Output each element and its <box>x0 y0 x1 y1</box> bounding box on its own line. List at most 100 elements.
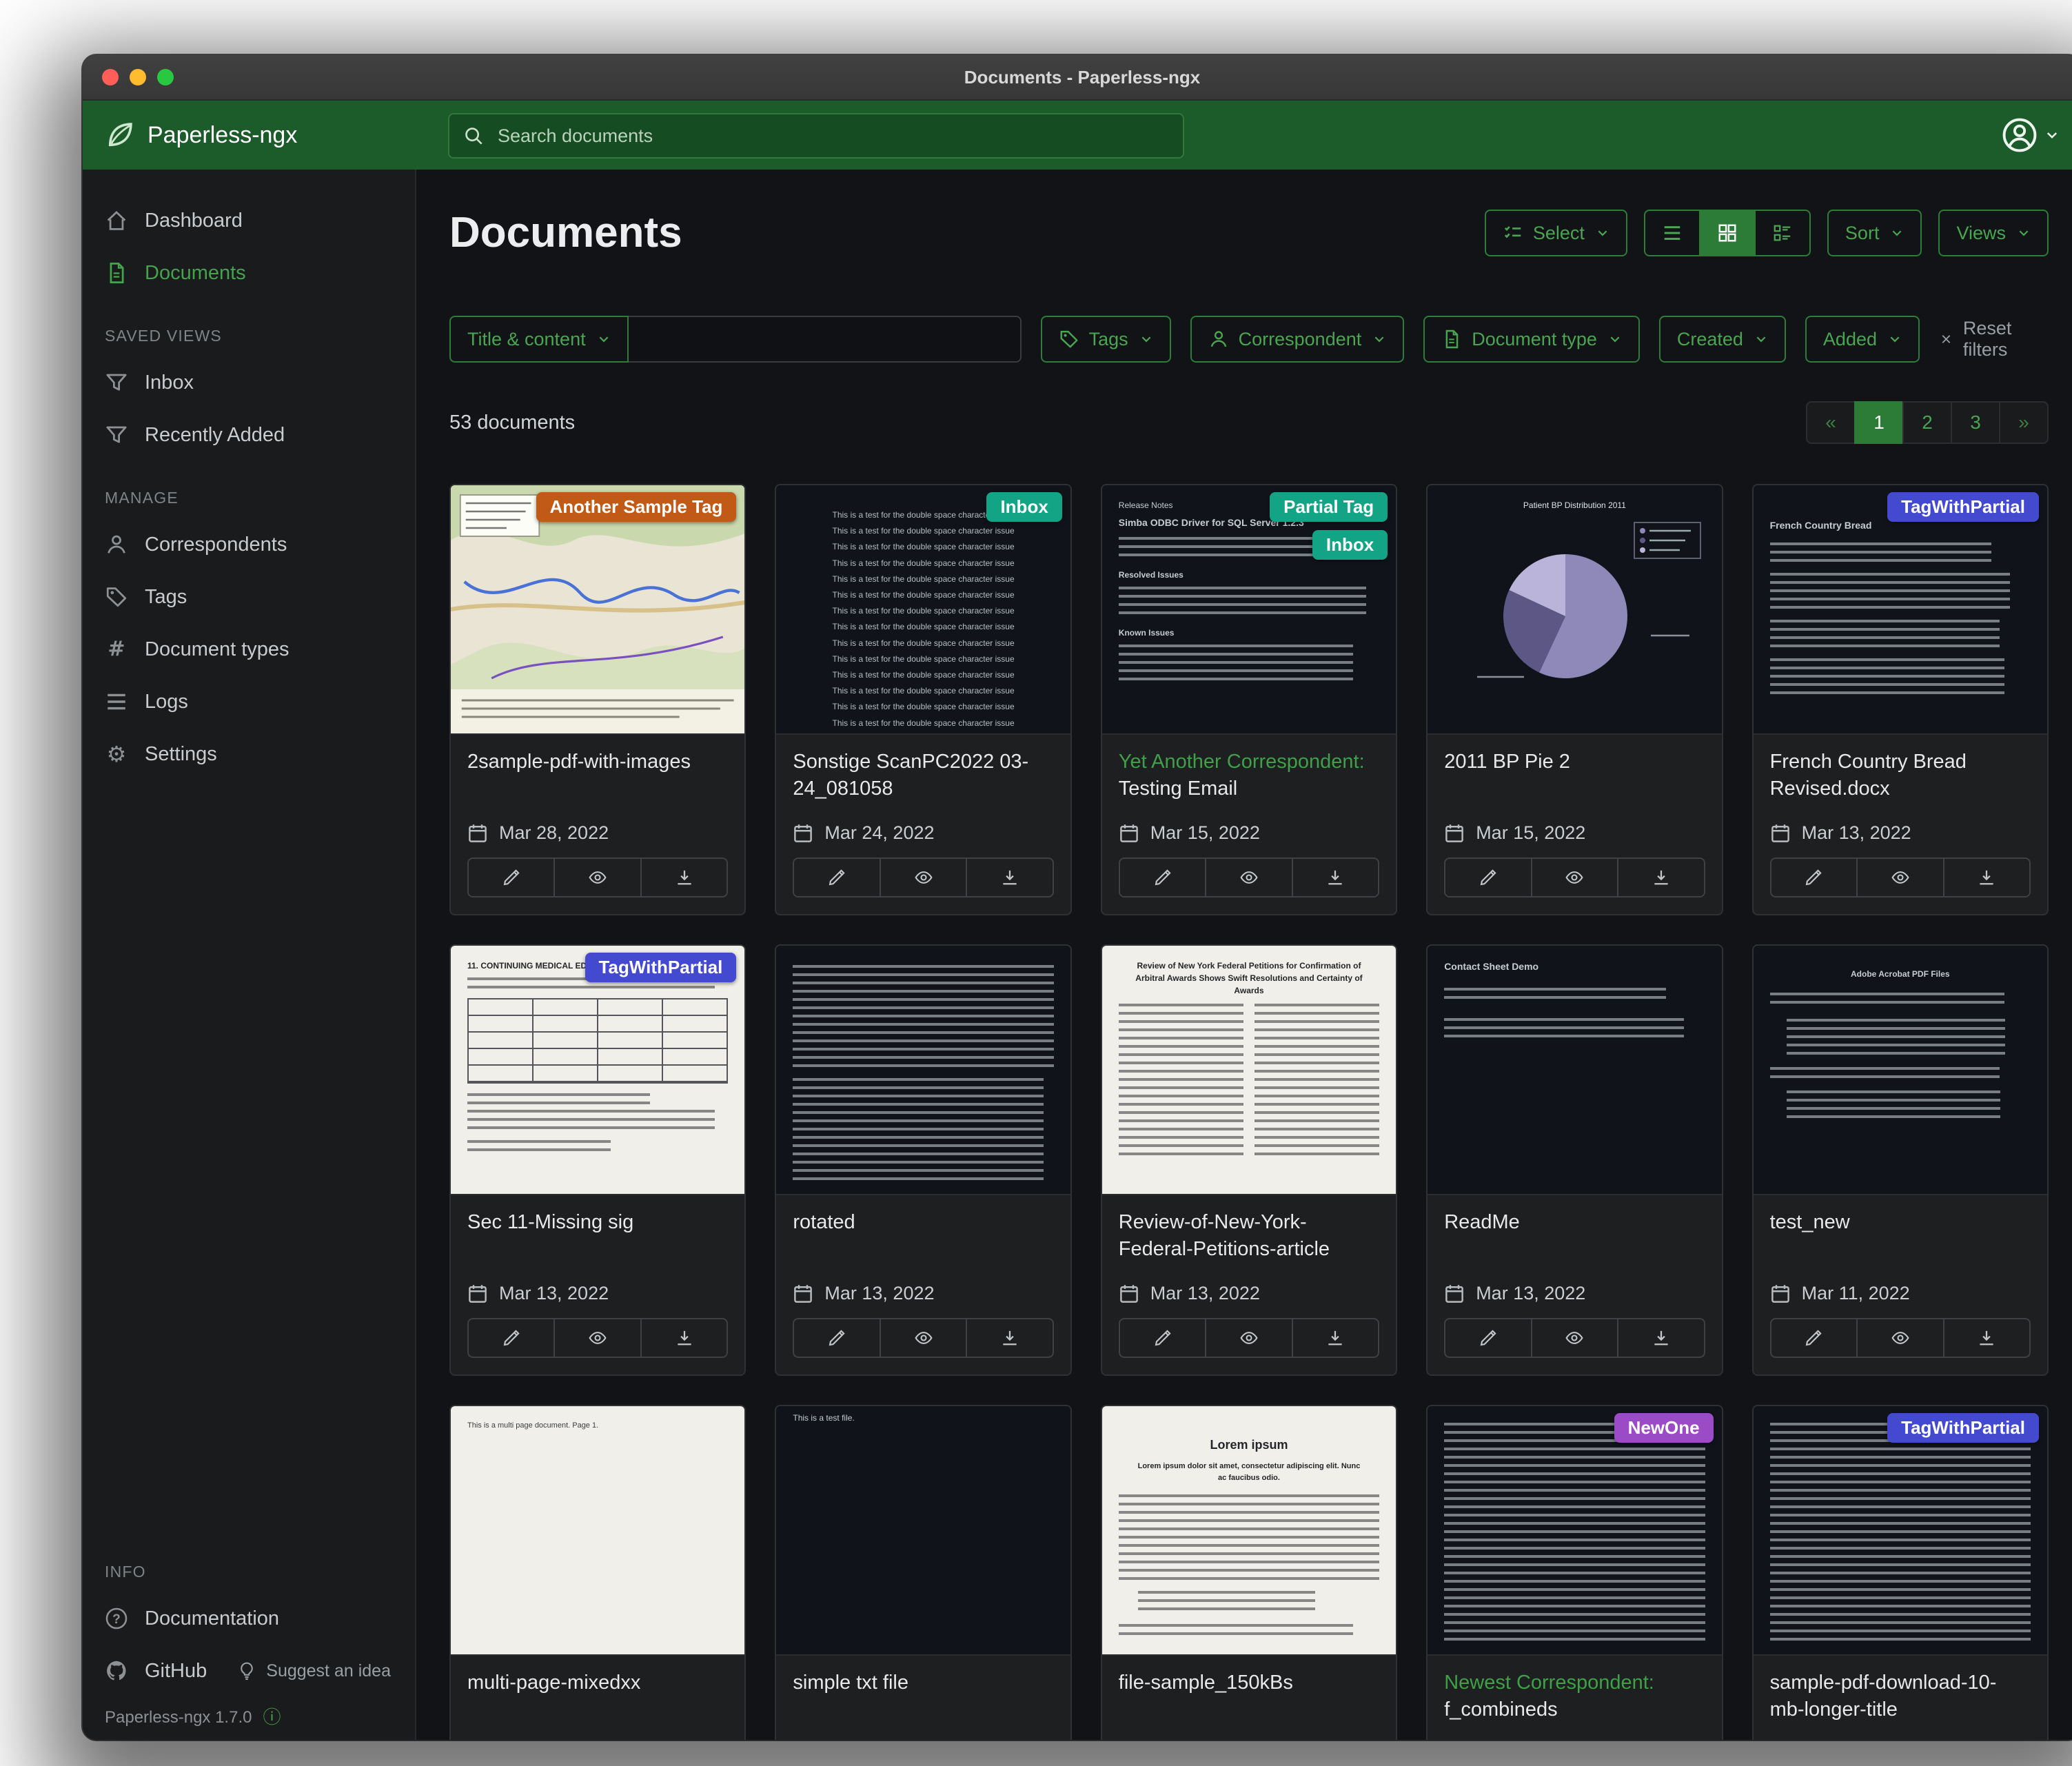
download-document-button[interactable] <box>1292 1318 1379 1358</box>
download-document-button[interactable] <box>1292 857 1379 897</box>
app-brand[interactable]: Paperless-ngx <box>105 120 297 150</box>
grid-view-button[interactable] <box>1699 210 1756 256</box>
edit-document-button[interactable] <box>467 857 555 897</box>
correspondent-link[interactable]: Yet Another Correspondent: <box>1119 751 1365 773</box>
edit-document-button[interactable] <box>1119 857 1206 897</box>
document-title[interactable]: test_new <box>1770 1209 2031 1272</box>
sort-button[interactable]: Sort <box>1827 210 1922 256</box>
document-title[interactable]: Sonstige ScanPC2022 03-24_081058 <box>793 749 1053 811</box>
view-document-button[interactable] <box>1205 1318 1292 1358</box>
download-document-button[interactable] <box>640 1318 728 1358</box>
document-thumbnail[interactable]: This is a test file. <box>776 1406 1070 1656</box>
view-document-button[interactable] <box>553 857 641 897</box>
document-title[interactable]: simple txt file <box>793 1669 1053 1740</box>
tag-badge[interactable]: Inbox <box>1312 530 1388 560</box>
title-content-dropdown[interactable]: Title & content <box>449 316 629 363</box>
document-thumbnail[interactable]: This is a test for the double space char… <box>776 485 1070 735</box>
user-menu[interactable] <box>2002 101 2060 170</box>
sidebar-item-documentation[interactable]: Documentation <box>83 1592 415 1645</box>
pagination-next-button[interactable]: » <box>1999 401 2049 444</box>
sidebar-item-settings[interactable]: ⚙ Settings <box>83 728 415 780</box>
tag-badge[interactable]: Inbox <box>986 492 1062 522</box>
sidebar-item-tags[interactable]: Tags <box>83 571 415 623</box>
download-document-button[interactable] <box>966 857 1053 897</box>
document-thumbnail[interactable]: Release Notes Simba ODBC Driver for SQL … <box>1102 485 1396 735</box>
document-title[interactable]: Sec 11-Missing sig <box>467 1209 728 1272</box>
view-document-button[interactable] <box>880 857 967 897</box>
search-input[interactable] <box>495 124 1169 148</box>
view-document-button[interactable] <box>1531 857 1618 897</box>
document-thumbnail[interactable]: TagWithPartial <box>1754 1406 2047 1656</box>
view-document-button[interactable] <box>1531 1318 1618 1358</box>
global-search[interactable] <box>448 113 1184 159</box>
edit-document-button[interactable] <box>793 1318 880 1358</box>
created-filter-button[interactable]: Created <box>1659 316 1786 363</box>
document-thumbnail[interactable]: This is a multi page document. Page 1. <box>451 1406 744 1656</box>
document-title[interactable]: Newest Correspondent: f_combineds <box>1444 1669 1705 1740</box>
document-title[interactable]: sample-pdf-download-10-mb-longer-title <box>1770 1669 2031 1740</box>
document-thumbnail[interactable]: Patient BP Distribution 2011 <box>1428 485 1721 735</box>
edit-document-button[interactable] <box>467 1318 555 1358</box>
minimize-window-button[interactable] <box>130 69 146 85</box>
document-title[interactable]: multi-page-mixedxx <box>467 1669 728 1740</box>
document-thumbnail[interactable]: 11. CONTINUING MEDICAL EDUCATION TagWith… <box>451 946 744 1195</box>
pagination-page-button[interactable]: 2 <box>1902 401 1952 444</box>
document-thumbnail[interactable]: Adobe Acrobat PDF Files <box>1754 946 2047 1195</box>
pagination-page-button[interactable]: 3 <box>1951 401 2000 444</box>
sidebar-item-dashboard[interactable]: Dashboard <box>83 194 415 247</box>
tag-badge[interactable]: Partial Tag <box>1270 492 1388 522</box>
sidebar-item-logs[interactable]: Logs <box>83 676 415 728</box>
title-content-input[interactable] <box>629 316 1022 363</box>
document-thumbnail[interactable]: French Country Bread TagWithPartial <box>1754 485 2047 735</box>
view-document-button[interactable] <box>553 1318 641 1358</box>
sidebar-item-correspondents[interactable]: Correspondents <box>83 518 415 571</box>
document-title[interactable]: ReadMe <box>1444 1209 1705 1272</box>
sidebar-item-recently-added[interactable]: Recently Added <box>83 409 415 461</box>
tag-badge[interactable]: Another Sample Tag <box>536 492 737 522</box>
window-titlebar[interactable]: Documents - Paperless-ngx <box>83 55 2072 101</box>
tag-badge[interactable]: NewOne <box>1614 1413 1714 1443</box>
info-icon[interactable]: ⓘ <box>263 1709 281 1727</box>
views-button[interactable]: Views <box>1938 210 2049 256</box>
edit-document-button[interactable] <box>1119 1318 1206 1358</box>
document-title[interactable]: 2sample-pdf-with-images <box>467 749 728 811</box>
tag-badge[interactable]: TagWithPartial <box>585 953 737 982</box>
document-thumbnail[interactable]: Review of New York Federal Petitions for… <box>1102 946 1396 1195</box>
document-title[interactable]: French Country Bread Revised.docx <box>1770 749 2031 811</box>
download-document-button[interactable] <box>1617 1318 1705 1358</box>
correspondent-filter-button[interactable]: Correspondent <box>1190 316 1405 363</box>
view-document-button[interactable] <box>1856 857 1944 897</box>
view-document-button[interactable] <box>1205 857 1292 897</box>
sidebar-item-document-types[interactable]: # Document types <box>83 623 415 676</box>
document-thumbnail[interactable]: NewOne <box>1428 1406 1721 1656</box>
tags-filter-button[interactable]: Tags <box>1041 316 1171 363</box>
edit-document-button[interactable] <box>793 857 880 897</box>
document-thumbnail[interactable] <box>776 946 1070 1195</box>
tag-badge[interactable]: TagWithPartial <box>1887 492 2039 522</box>
added-filter-button[interactable]: Added <box>1805 316 1920 363</box>
edit-document-button[interactable] <box>1444 1318 1532 1358</box>
download-document-button[interactable] <box>640 857 728 897</box>
download-document-button[interactable] <box>1943 1318 2031 1358</box>
list-view-button[interactable] <box>1644 210 1700 256</box>
document-thumbnail[interactable]: Lorem ipsum Lorem ipsum dolor sit amet, … <box>1102 1406 1396 1656</box>
tag-badge[interactable]: TagWithPartial <box>1887 1413 2039 1443</box>
document-thumbnail[interactable]: Contact Sheet Demo <box>1428 946 1721 1195</box>
document-type-filter-button[interactable]: Document type <box>1423 316 1640 363</box>
download-document-button[interactable] <box>1943 857 2031 897</box>
view-document-button[interactable] <box>880 1318 967 1358</box>
select-button[interactable]: Select <box>1485 210 1627 256</box>
document-title[interactable]: Yet Another Correspondent: Testing Email <box>1119 749 1379 811</box>
pagination-page-button[interactable]: 1 <box>1854 401 1904 444</box>
document-title[interactable]: Review-of-New-York-Federal-Petitions-art… <box>1119 1209 1379 1272</box>
pagination-prev-button[interactable]: « <box>1806 401 1856 444</box>
download-document-button[interactable] <box>1617 857 1705 897</box>
detail-view-button[interactable] <box>1754 210 1811 256</box>
zoom-window-button[interactable] <box>157 69 174 85</box>
reset-filters-button[interactable]: Reset filters <box>1939 318 2049 361</box>
correspondent-link[interactable]: Newest Correspondent: <box>1444 1672 1654 1694</box>
sidebar-item-inbox[interactable]: Inbox <box>83 356 415 409</box>
edit-document-button[interactable] <box>1770 857 1858 897</box>
edit-document-button[interactable] <box>1770 1318 1858 1358</box>
sidebar-item-documents[interactable]: Documents <box>83 247 415 299</box>
